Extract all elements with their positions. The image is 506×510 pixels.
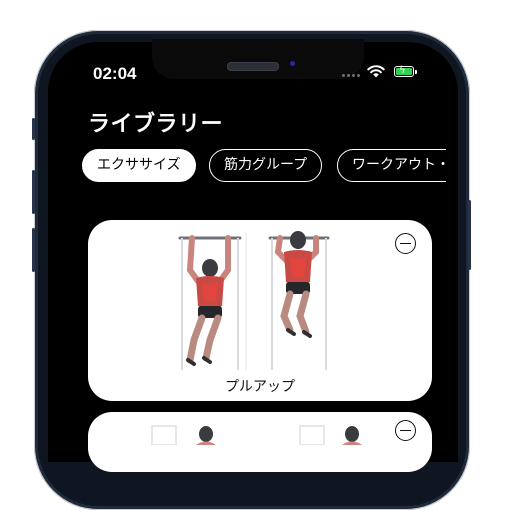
exercise-name: プルアップ [225, 379, 295, 395]
tab-workouts[interactable]: ワークアウト・ [337, 149, 446, 182]
tab-muscle-groups[interactable]: 筋力グループ [209, 149, 323, 182]
battery-icon: ϟ [394, 65, 417, 77]
pull-up-illustration [178, 231, 330, 370]
silent-switch [32, 118, 35, 140]
page-title: ライブラリー [88, 112, 224, 137]
notch [152, 39, 364, 79]
front-camera [290, 61, 295, 66]
speaker-grille [227, 62, 279, 71]
cellular-signal-icon [342, 74, 360, 77]
filter-tabs: エクササイズ 筋力グループ ワークアウト・ [82, 149, 446, 185]
exercise-illustration [151, 425, 362, 445]
power-button [468, 200, 471, 270]
remove-exercise-button[interactable] [395, 420, 416, 441]
status-time: 02:04 [93, 64, 137, 83]
wifi-icon [367, 65, 385, 78]
volume-down-button [32, 228, 35, 272]
volume-up-button [32, 170, 35, 214]
remove-exercise-button[interactable] [395, 233, 416, 254]
tab-exercises[interactable]: エクササイズ [82, 149, 196, 182]
